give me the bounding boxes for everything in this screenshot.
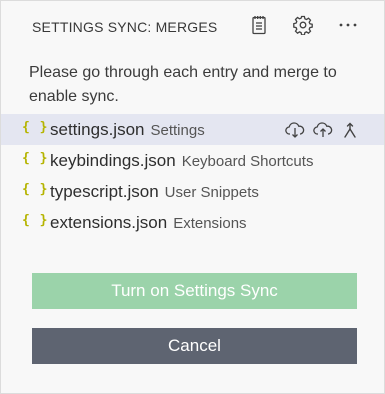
list-item-settings[interactable]: { } settings.json Settings — [1, 114, 384, 145]
json-file-icon: { } — [22, 213, 49, 228]
panel-title: SETTINGS SYNC: MERGES — [32, 19, 218, 35]
entry-name: extensions.json — [50, 213, 168, 232]
merge-entries-list: { } settings.json Settings {} keybindin… — [1, 114, 384, 238]
cloud-download-icon[interactable] — [284, 119, 306, 141]
ellipsis-icon[interactable] — [337, 13, 359, 37]
entry-description: User Snippets — [164, 184, 259, 201]
list-item-keybindings[interactable]: { } keybindings.json Keyboard Shortcuts — [1, 145, 384, 176]
entry-label: typescript.json User Snippets — [50, 182, 259, 202]
entry-description: Keyboard Shortcuts — [181, 153, 314, 170]
entry-description: Extensions — [173, 215, 247, 232]
entry-label: keybindings.json Keyboard Shortcuts — [50, 151, 313, 171]
list-item-extensions[interactable]: { } extensions.json Extensions — [1, 207, 384, 238]
turn-on-settings-sync-button[interactable]: Turn on Settings Sync — [32, 273, 357, 309]
entry-label: extensions.json Extensions — [50, 213, 247, 233]
json-file-icon: { } — [22, 120, 49, 135]
entry-description: Settings — [150, 122, 205, 139]
json-file-icon: { } — [22, 151, 49, 166]
merge-instructions: Please go through each entry and merge t… — [29, 64, 337, 105]
list-item-typescript[interactable]: { } typescript.json User Snippets — [1, 176, 384, 207]
settings-sync-merges-panel: SETTINGS SYNC: MERGES Please go through … — [0, 0, 385, 394]
entry-name: settings.json — [50, 120, 145, 139]
cloud-upload-icon[interactable] — [312, 119, 334, 141]
json-file-icon: { } — [22, 182, 49, 197]
gear-icon[interactable] — [292, 13, 314, 37]
panel-header: SETTINGS SYNC: MERGES — [1, 1, 384, 51]
entry-name: keybindings.json — [50, 151, 176, 170]
notebook-icon[interactable] — [248, 13, 270, 37]
cancel-button[interactable]: Cancel — [32, 328, 357, 364]
entry-name: typescript.json — [50, 182, 159, 201]
merge-icon[interactable] — [339, 119, 361, 141]
entry-label: settings.json Settings — [50, 120, 205, 140]
